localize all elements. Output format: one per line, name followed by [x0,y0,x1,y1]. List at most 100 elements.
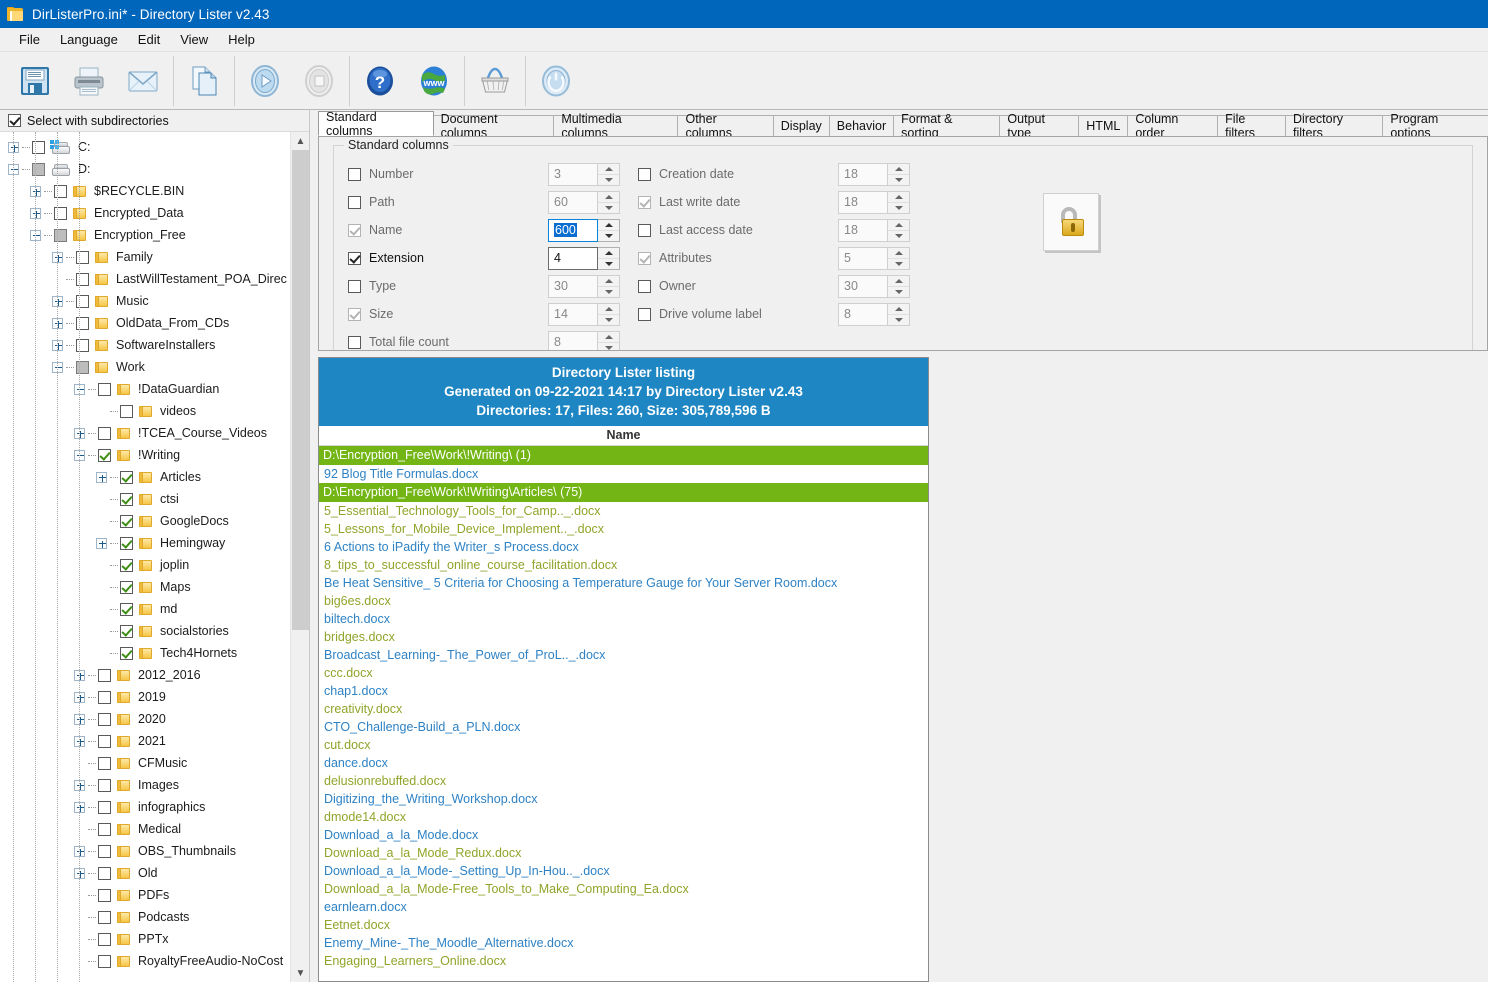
spinner-down-arrow[interactable] [598,314,619,325]
spinner-up-arrow[interactable] [598,248,619,259]
width-value[interactable]: 5 [838,246,888,270]
tree-node-checkbox[interactable] [98,778,111,792]
tree-node[interactable]: Images [0,774,290,796]
tree-node[interactable]: Old [0,862,290,884]
width-spinner-owner[interactable]: 30 [838,274,910,298]
menu-language[interactable]: Language [51,29,127,50]
width-value[interactable]: 60 [548,190,598,214]
tab-other-columns[interactable]: Other columns [677,112,774,140]
tree-node-checkbox[interactable] [98,668,111,682]
width-spinner-creation-date[interactable]: 18 [838,162,910,186]
spinner-down-arrow[interactable] [598,342,619,350]
tree-node[interactable]: !TCEA_Course_Videos [0,422,290,444]
tree-node[interactable]: SoftwareInstallers [0,334,290,356]
tab-document-columns[interactable]: Document columns [432,112,555,140]
tree-node[interactable]: Podcasts [0,906,290,928]
tree-node[interactable]: md [0,598,290,620]
tree-node-checkbox[interactable] [76,272,89,286]
tree-node-checkbox[interactable] [98,448,111,462]
menu-edit[interactable]: Edit [129,29,169,50]
tree-node-checkbox[interactable] [120,602,133,616]
tree-node-checkbox[interactable] [98,426,111,440]
tree-node-checkbox[interactable] [98,690,111,704]
width-value[interactable]: 600 [548,218,598,242]
tree-node-checkbox[interactable] [98,712,111,726]
spinner-down-arrow[interactable] [598,286,619,297]
tree-node-checkbox[interactable] [76,294,89,308]
width-value[interactable]: 14 [548,302,598,326]
checkbox-extension[interactable] [348,251,361,265]
width-value[interactable]: 18 [838,190,888,214]
width-spinner-number[interactable]: 3 [548,162,620,186]
spinner-up-arrow[interactable] [598,304,619,315]
spinner-up-arrow[interactable] [598,276,619,287]
tree-node[interactable]: PDFs [0,884,290,906]
spinner-down-arrow[interactable] [888,314,909,325]
spinner-up-arrow[interactable] [888,164,909,175]
tree-node[interactable]: Articles [0,466,290,488]
width-value[interactable]: 30 [838,274,888,298]
tree-node[interactable]: videos [0,400,290,422]
menu-view[interactable]: View [171,29,217,50]
spinner-down-arrow[interactable] [598,202,619,213]
tab-html[interactable]: HTML [1078,115,1129,136]
width-spinner-drive-volume-label[interactable]: 8 [838,302,910,326]
tree-node-checkbox[interactable] [120,624,133,638]
tree-node[interactable]: Maps [0,576,290,598]
spinner-up-arrow[interactable] [888,276,909,287]
tree-node[interactable]: Hemingway [0,532,290,554]
tree-node-checkbox[interactable] [76,360,89,374]
spinner-up-arrow[interactable] [888,248,909,259]
tree-node-checkbox[interactable] [98,888,111,902]
tree-node[interactable]: 2012_2016 [0,664,290,686]
tab-display[interactable]: Display [772,115,830,136]
tree-node-checkbox[interactable] [120,404,133,418]
spinner-up-arrow[interactable] [598,192,619,203]
spinner-up-arrow[interactable] [598,332,619,343]
select-with-subdirectories-checkbox[interactable] [8,114,21,127]
width-spinner-path[interactable]: 60 [548,190,620,214]
tree-node[interactable]: RoyaltyFreeAudio-NoCost [0,950,290,972]
menu-file[interactable]: File [10,29,49,50]
width-spinner-attributes[interactable]: 5 [838,246,910,270]
tree-node-checkbox[interactable] [98,844,111,858]
tree-node-checkbox[interactable] [98,954,111,968]
tree-node-checkbox[interactable] [98,800,111,814]
tree-node[interactable]: infographics [0,796,290,818]
print-button[interactable] [62,55,116,107]
tree-node-checkbox[interactable] [98,866,111,880]
tree-node-checkbox[interactable] [120,536,133,550]
tree-node[interactable]: socialstories [0,620,290,642]
scrollbar-thumb[interactable] [292,150,309,630]
tree-node-checkbox[interactable] [120,646,133,660]
tab-file-filters[interactable]: File filters [1217,112,1286,140]
run-button[interactable] [238,55,292,107]
tree-node[interactable]: joplin [0,554,290,576]
width-spinner-size[interactable]: 14 [548,302,620,326]
tree-node-checkbox[interactable] [98,756,111,770]
tab-behavior[interactable]: Behavior [828,115,895,136]
spinner-up-arrow[interactable] [598,164,619,175]
tree-node[interactable]: Tech4Hornets [0,642,290,664]
tree-node[interactable]: 2020 [0,708,290,730]
tree-node[interactable]: D: [0,158,290,180]
listing-preview[interactable]: Directory Lister listing Generated on 09… [318,357,929,982]
tree-node-checkbox[interactable] [98,822,111,836]
spinner-up-arrow[interactable] [888,192,909,203]
tree-node[interactable]: Work [0,356,290,378]
spinner-up-arrow[interactable] [888,304,909,315]
tree-node[interactable]: OldData_From_CDs [0,312,290,334]
expand-plus-icon[interactable] [96,471,107,483]
tree-node[interactable]: CFMusic [0,752,290,774]
tree-node-checkbox[interactable] [120,470,133,484]
exit-button[interactable] [529,55,583,107]
width-value[interactable]: 30 [548,274,598,298]
buy-button[interactable] [468,55,522,107]
tree-node[interactable]: C: [0,136,290,158]
tree-node[interactable]: Encryption_Free [0,224,290,246]
stop-button[interactable] [292,55,346,107]
width-value[interactable]: 3 [548,162,598,186]
tree-node[interactable]: GoogleDocs [0,510,290,532]
tree-node[interactable]: !DataGuardian [0,378,290,400]
spinner-down-arrow[interactable] [598,174,619,185]
